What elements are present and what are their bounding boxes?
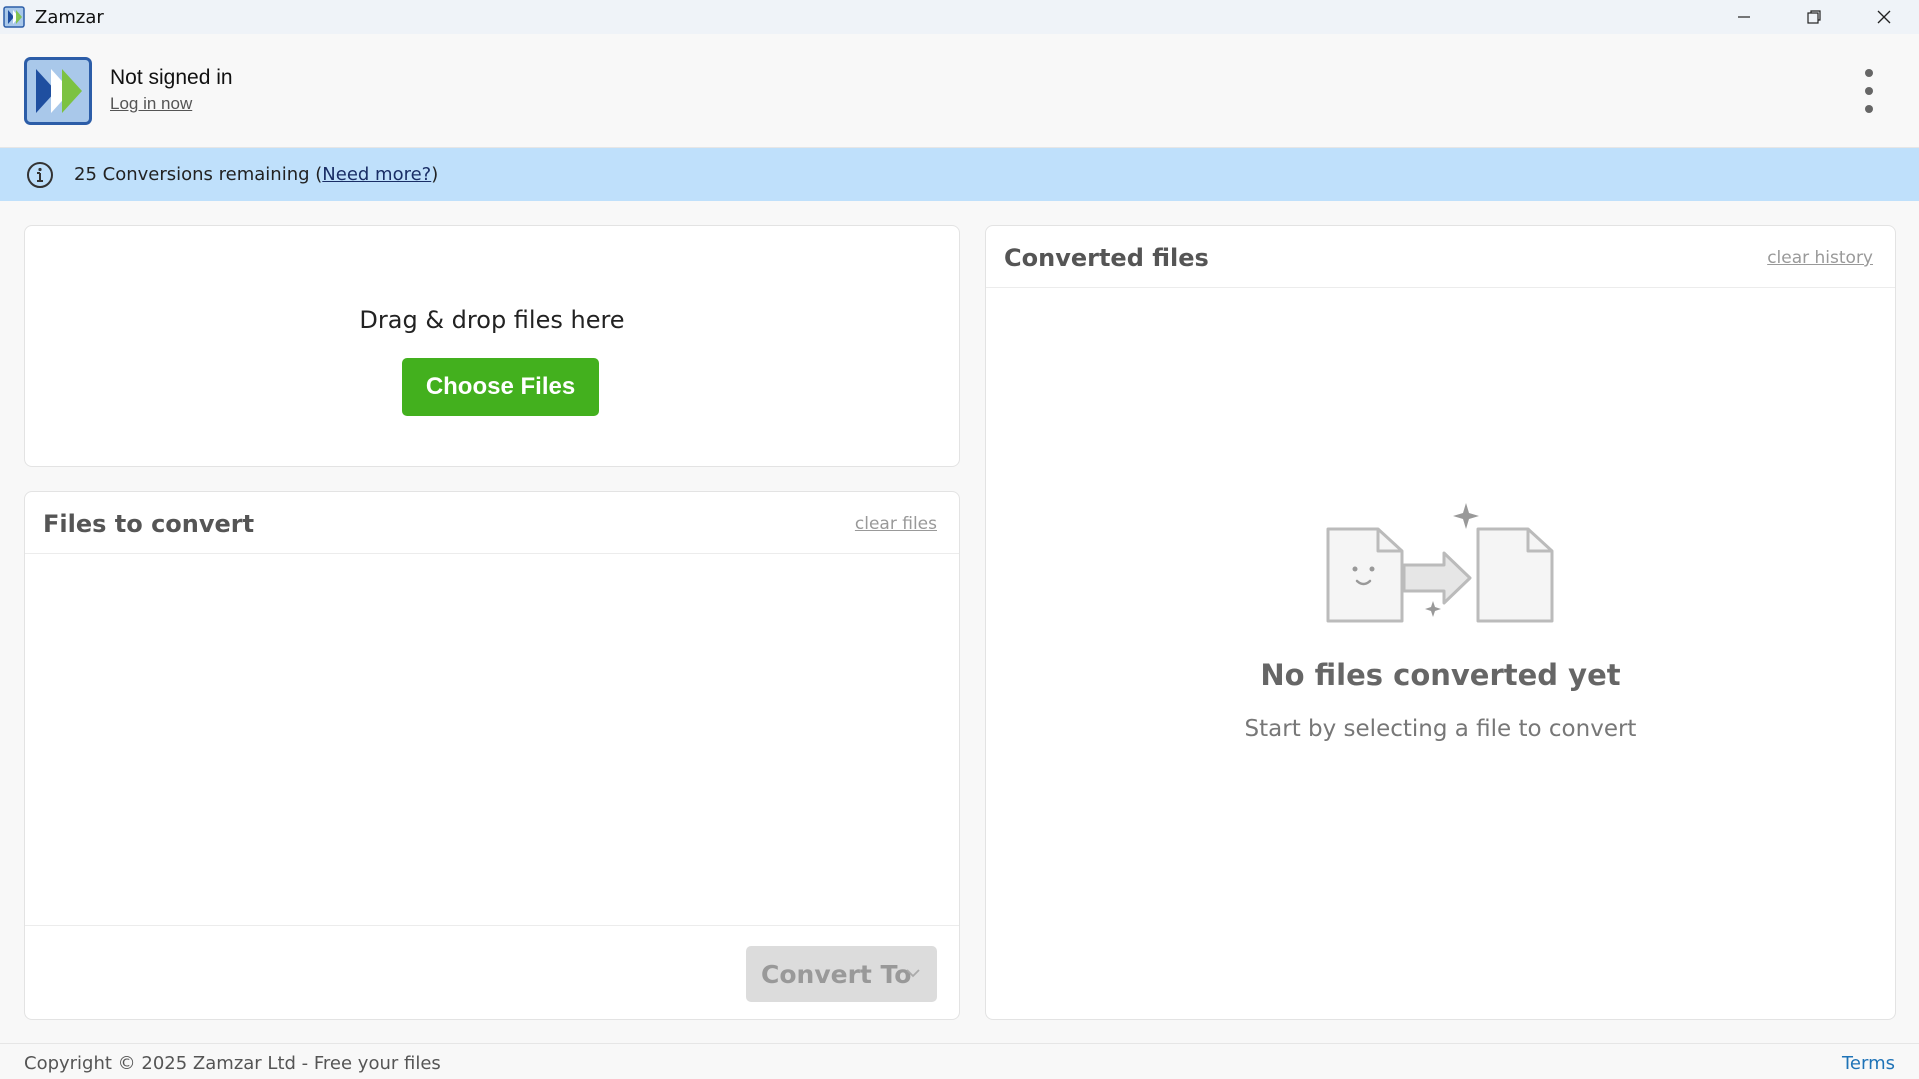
convert-to-label: Convert To [761,959,912,989]
terms-link[interactable]: Terms [1842,1053,1895,1074]
copyright-text: Copyright © 2025 Zamzar Ltd - Free your … [24,1053,441,1074]
drag-drop-instruction: Drag & drop files here [359,306,625,334]
files-to-convert-panel: Files to convert clear files Convert To [24,491,960,1020]
login-link[interactable]: Log in now [110,94,192,114]
user-status: Not signed in [110,66,233,89]
minimize-icon [1738,16,1750,18]
empty-conversion-illustration [1326,503,1554,623]
need-more-link[interactable]: Need more? [322,164,431,185]
restore-icon [1807,10,1821,24]
clear-history-link[interactable]: clear history [1767,248,1873,268]
convert-to-button[interactable]: Convert To [746,946,937,1002]
window-titlebar: Zamzar [0,0,1919,34]
window-controls [1709,0,1919,34]
minimize-button[interactable] [1709,0,1779,34]
restore-button[interactable] [1779,0,1849,34]
clear-files-link[interactable]: clear files [855,514,937,534]
remaining-count: 25 Conversions remaining [74,164,310,185]
files-list [25,554,959,926]
zamzar-app-icon [3,6,25,28]
converted-files-panel: Converted files clear history No files c… [985,225,1896,1020]
user-info: Not signed in Log in now [110,66,233,114]
close-button[interactable] [1849,0,1919,34]
info-icon [27,161,53,188]
files-panel-title: Files to convert [43,510,255,538]
empty-state-title: No files converted yet [1260,658,1621,692]
close-paren: ) [431,164,439,185]
conversions-remaining-text: 25 Conversions remaining (Need more?) [74,164,438,185]
account-header: Not signed in Log in now [0,34,1919,148]
converted-panel-header: Converted files clear history [986,226,1895,288]
empty-state-subtitle: Start by selecting a file to convert [1244,716,1637,742]
files-panel-header: Files to convert clear files [25,492,959,554]
app-footer: Copyright © 2025 Zamzar Ltd - Free your … [0,1043,1919,1079]
kebab-menu-icon[interactable] [1857,69,1881,113]
window-title: Zamzar [35,6,104,28]
chevron-down-icon [906,969,920,978]
drop-zone[interactable]: Drag & drop files here Choose Files [24,225,960,467]
conversions-banner: 25 Conversions remaining (Need more?) [0,148,1919,201]
zamzar-logo [24,57,92,125]
converted-panel-title: Converted files [1004,244,1209,272]
close-icon [1877,10,1891,24]
choose-files-button[interactable]: Choose Files [402,358,599,416]
